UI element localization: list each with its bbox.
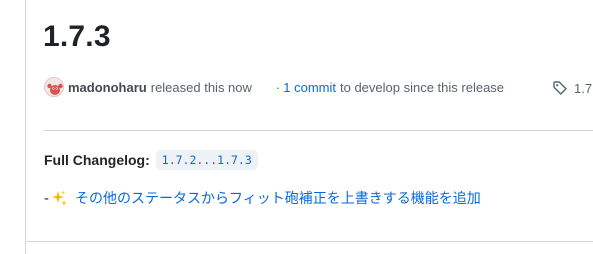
section-divider: [44, 130, 593, 131]
entry-dash: -: [44, 189, 49, 207]
commits-since-link[interactable]: 1 commit: [283, 80, 336, 95]
content-left-border: [25, 0, 26, 254]
since-release-text: to develop since this release: [339, 79, 505, 95]
entry-link[interactable]: その他のステータスからフィット砲補正を上書きする機能を追加: [75, 188, 481, 208]
tag-label: 1.7: [574, 80, 593, 96]
tag-icon: [553, 81, 567, 95]
bottom-border: [26, 241, 593, 242]
release-meta: madonoharu released this now · 1 commit …: [44, 76, 504, 98]
changelog-entry: - その他のステータスからフィット砲補正を上書きする機能を追加: [44, 188, 481, 208]
released-text: released this now: [150, 79, 252, 95]
release-tag[interactable]: 1.7: [552, 80, 592, 96]
author-link[interactable]: madonoharu: [68, 80, 147, 95]
crab-avatar-icon[interactable]: [44, 77, 64, 97]
changelog-label: Full Changelog:: [44, 152, 150, 168]
full-changelog: Full Changelog: 1.7.2...1.7.3: [44, 150, 258, 170]
meta-separator: ·: [275, 79, 281, 95]
release-title[interactable]: 1.7.3: [43, 18, 111, 56]
sparkles-icon: [51, 190, 67, 206]
changelog-compare-link[interactable]: 1.7.2...1.7.3: [155, 150, 258, 170]
